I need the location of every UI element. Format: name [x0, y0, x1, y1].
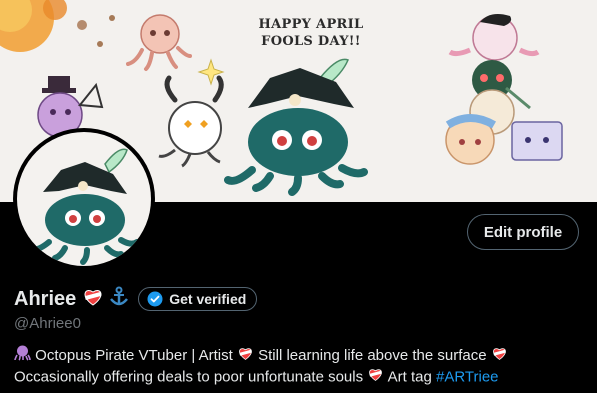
bio-line-2: Occasionally offering deals to poor unfo… — [14, 367, 589, 388]
name-row: Ahriee Get verified — [14, 286, 258, 313]
edit-profile-button[interactable]: Edit profile — [467, 214, 579, 250]
banner-caption: HAPPY APRIL FOOLS DAY!! — [253, 16, 369, 50]
profile-avatar[interactable] — [13, 128, 155, 270]
bio-text-1b: Still learning life above the surface — [258, 346, 487, 364]
banner-caption-line2: FOOLS DAY!! — [261, 34, 361, 49]
display-name: Ahriee — [14, 287, 77, 310]
profile-bio: Octopus Pirate VTuber | Artist Still lea… — [14, 345, 589, 388]
banner-caption-line1: HAPPY APRIL — [258, 17, 364, 32]
heart-bandage-icon — [82, 287, 104, 312]
get-verified-label: Get verified — [169, 291, 247, 307]
bio-hashtag-link[interactable]: #ARTriee — [436, 368, 499, 385]
bio-text-1: Octopus Pirate VTuber | Artist — [35, 346, 233, 364]
user-handle: @Ahriee0 — [14, 315, 81, 332]
heart-bandage-icon — [237, 346, 254, 367]
octopus-icon — [14, 345, 31, 367]
bio-text-2b: Art tag — [387, 368, 432, 386]
heart-bandage-icon — [367, 367, 384, 388]
heart-bandage-icon — [491, 346, 508, 367]
bio-text-2: Occasionally offering deals to poor unfo… — [14, 368, 364, 386]
verified-badge-icon — [147, 291, 163, 307]
avatar-artwork — [28, 148, 140, 265]
anchor-icon — [108, 286, 130, 313]
bio-line-1: Octopus Pirate VTuber | Artist Still lea… — [14, 345, 589, 367]
get-verified-button[interactable]: Get verified — [138, 287, 258, 311]
